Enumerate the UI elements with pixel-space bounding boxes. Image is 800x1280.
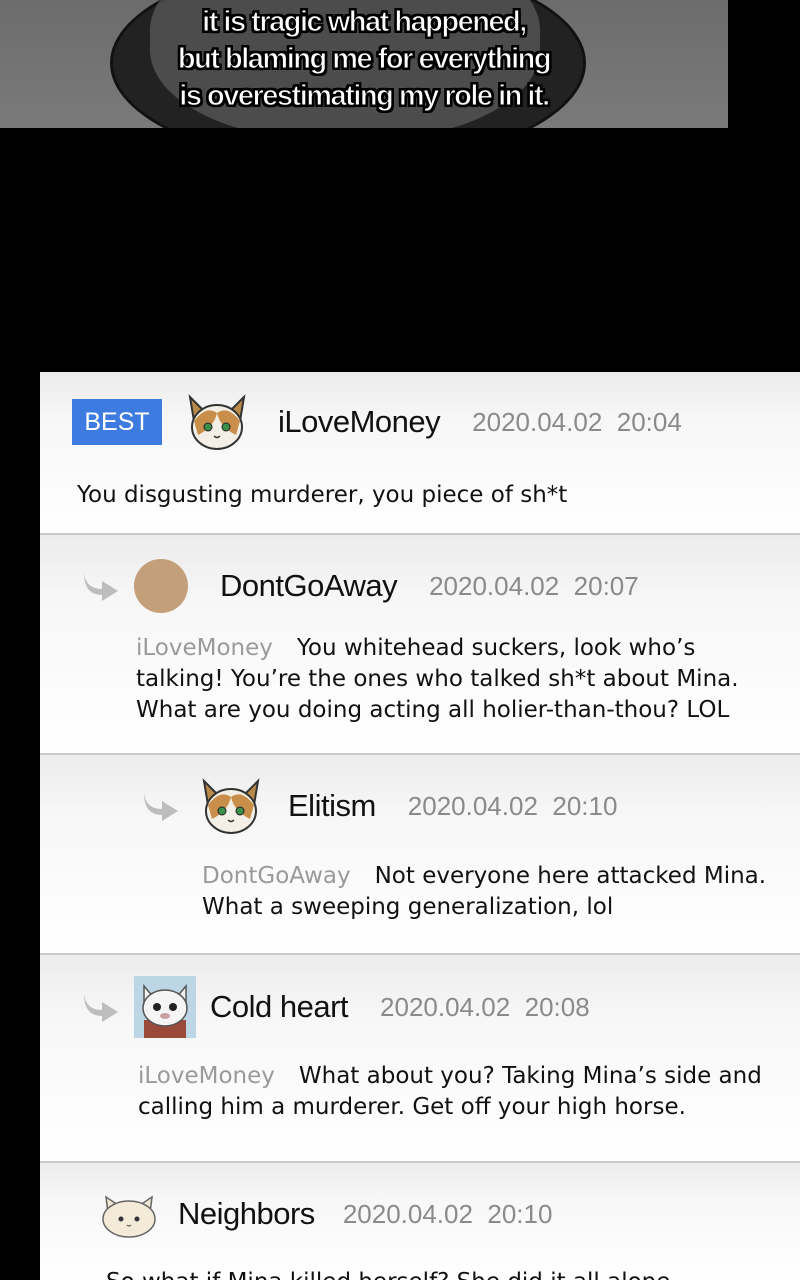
comment-text: iLoveMoney You whitehead suckers, look wh…: [136, 633, 739, 726]
tan-circle-avatar-icon: [134, 559, 188, 613]
comment-reply: DontGoAway 2020.04.02 20:07 iLoveMoney Yo…: [40, 535, 800, 753]
comment-text: DontGoAway Not everyone here attacked Min…: [202, 861, 766, 923]
mention-username[interactable]: iLoveMoney: [138, 1063, 275, 1089]
comment-text: So what if Mina killed herself? She did …: [106, 1267, 678, 1280]
comment-text-line: What about you? Taking Mina’s side and: [298, 1063, 762, 1089]
comment-text: iLoveMoney What about you? Taking Mina’s …: [138, 1061, 762, 1123]
comment-username[interactable]: Cold heart: [210, 989, 349, 1025]
comment-timestamp: 2020.04.02 20:10: [407, 790, 618, 821]
caption-line: it is tragic what happened,: [202, 6, 528, 39]
best-badge: BEST: [72, 399, 162, 445]
white-cat-avatar-icon: [134, 976, 196, 1038]
comment-section: BEST iLoveMoney 2020.04.02 20:04 You dis…: [40, 372, 800, 1280]
caption-line: is overestimating my role in it.: [179, 80, 551, 113]
speech-caption: it is tragic what happened, but blaming …: [0, 4, 728, 115]
comment-timestamp: 2020.04.02 20:08: [380, 991, 590, 1022]
comment-timestamp: 2020.04.02 20:07: [429, 570, 639, 601]
mention-username[interactable]: iLoveMoney: [136, 635, 273, 661]
comment-username[interactable]: DontGoAway: [220, 568, 398, 604]
comment-username[interactable]: Neighbors: [178, 1196, 315, 1232]
calico-cat-avatar-icon: [188, 394, 246, 450]
comment-username[interactable]: iLoveMoney: [278, 404, 441, 440]
calico-cat-avatar-icon: [202, 778, 260, 834]
comment-text-line: talking! You’re the ones who talked sh*t…: [136, 666, 739, 692]
reply-arrow-icon: [144, 793, 178, 821]
comment-text-line: You whitehead suckers, look who’s: [296, 635, 696, 661]
comment-text: You disgusting murderer, you piece of sh…: [77, 482, 568, 508]
mention-username[interactable]: DontGoAway: [202, 863, 351, 889]
comment-nested-reply: Elitism 2020.04.02 20:10 DontGoAway Not e…: [40, 755, 800, 953]
comment-text-line: Not everyone here attacked Mina.: [374, 863, 767, 889]
comment-text-line: calling him a murderer. Get off your hig…: [138, 1094, 686, 1120]
caption-line: but blaming me for everything: [177, 43, 552, 76]
reply-arrow-icon: [84, 573, 118, 601]
comment: Neighbors 2020.04.02 20:10 So what if Mi…: [40, 1163, 800, 1280]
cream-cat-avatar-icon: [102, 1195, 156, 1238]
reply-arrow-icon: [84, 994, 118, 1022]
comment-username[interactable]: Elitism: [288, 788, 376, 824]
comment-reply: Cold heart 2020.04.02 20:08 iLoveMoney Wh…: [40, 955, 800, 1161]
comment-text-line: What a sweeping generalization, lol: [202, 894, 614, 920]
comment-text-line: What are you doing acting all holier-tha…: [136, 697, 730, 723]
comment-timestamp: 2020.04.02 20:04: [472, 406, 682, 437]
comic-panel: it is tragic what happened, but blaming …: [0, 0, 728, 128]
comment-timestamp: 2020.04.02 20:10: [342, 1198, 553, 1229]
comment-best: BEST iLoveMoney 2020.04.02 20:04 You dis…: [40, 372, 800, 534]
